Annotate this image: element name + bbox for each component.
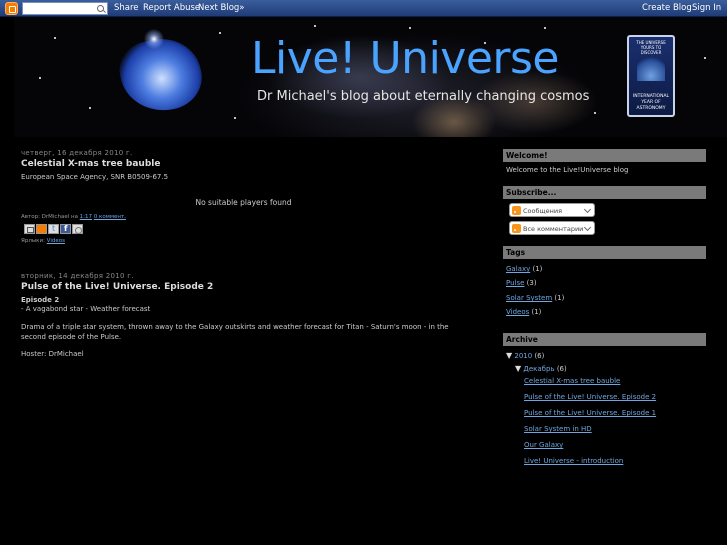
- subscribe-comments-label: Все комментарии: [523, 225, 584, 233]
- welcome-widget-title: Welcome!: [503, 149, 706, 162]
- facebook-icon[interactable]: [60, 224, 71, 234]
- tag-count: (3): [526, 279, 537, 287]
- tag-count: (1): [531, 308, 542, 316]
- archive-year-link[interactable]: 2010: [514, 352, 532, 360]
- post-title[interactable]: Celestial X-mas tree bauble: [21, 159, 160, 169]
- archive-year-row: ▼ 2010 (6): [506, 351, 544, 360]
- post-body: European Space Agency, SNR B0509-67.5: [21, 173, 169, 181]
- post-description: Drama of a triple star system, thrown aw…: [21, 323, 449, 341]
- labels-prefix: Ярлыки:: [21, 238, 45, 244]
- tag-link[interactable]: Videos: [506, 308, 529, 316]
- archive-widget-title: Archive: [503, 333, 706, 346]
- subscribe-posts-dropdown[interactable]: Сообщения: [509, 203, 595, 217]
- archive-post-item: Pulse of the Live! Universe. Episode 1: [524, 409, 656, 417]
- archive-post-item: Our Galaxy: [524, 441, 563, 449]
- archive-month-link[interactable]: Декабрь: [523, 365, 554, 373]
- archive-post-link[interactable]: Our Galaxy: [524, 441, 563, 449]
- post-title[interactable]: Pulse of the Live! Universe. Episode 2: [21, 282, 213, 292]
- star-icon: [142, 27, 166, 51]
- subscribe-widget-title: Subscribe...: [503, 186, 706, 199]
- post-time-link[interactable]: 1:17: [80, 214, 92, 220]
- create-blog-link[interactable]: Create Blog: [642, 3, 692, 13]
- tag-item: Pulse (3): [506, 279, 537, 287]
- tag-item: Galaxy (1): [506, 265, 542, 273]
- tag-count: (1): [554, 294, 565, 302]
- email-icon[interactable]: [24, 224, 35, 234]
- expand-triangle-icon[interactable]: ▼: [515, 364, 521, 373]
- post-author: Автор: DrMichael на: [21, 214, 78, 220]
- blogthis-icon[interactable]: [36, 224, 47, 234]
- people-figure-icon: [637, 55, 665, 81]
- post-labels: Ярлыки: Videos: [21, 238, 65, 244]
- tag-link[interactable]: Pulse: [506, 279, 524, 287]
- buzz-icon[interactable]: [72, 224, 83, 234]
- astronomy-year-logo: THE UNIVERSE YOURS TO DISCOVER INTERNATI…: [627, 35, 675, 117]
- tag-item: Videos (1): [506, 308, 541, 316]
- label-link-videos[interactable]: Videos: [47, 238, 65, 244]
- post-body: - A vagabond star - Weather forecast: [21, 305, 151, 313]
- blogger-navbar: Share Report Abuse Next Blog» Create Blo…: [0, 0, 727, 17]
- chevron-down-icon: [583, 205, 592, 214]
- welcome-text: Welcome to the Live!Universe blog: [506, 166, 629, 174]
- tags-widget-title: Tags: [503, 246, 706, 259]
- twitter-icon[interactable]: [48, 224, 59, 234]
- tag-link[interactable]: Solar System: [506, 294, 552, 302]
- archive-month-row: ▼ Декабрь (6): [515, 364, 567, 373]
- archive-post-link[interactable]: Live! Universe - introduction: [524, 457, 623, 465]
- report-abuse-link[interactable]: Report Abuse: [143, 3, 200, 13]
- tag-link[interactable]: Galaxy: [506, 265, 530, 273]
- archive-post-item: Celestial X-mas tree bauble: [524, 377, 620, 385]
- archive-post-link[interactable]: Pulse of the Live! Universe. Episode 1: [524, 409, 656, 417]
- archive-post-link[interactable]: Pulse of the Live! Universe. Episode 2: [524, 393, 656, 401]
- archive-month-count: (6): [556, 365, 567, 373]
- share-buttons: [24, 224, 83, 234]
- rss-icon: [512, 224, 521, 233]
- post-date: вторник, 14 декабря 2010 г.: [21, 272, 134, 280]
- next-blog-link[interactable]: Next Blog»: [198, 3, 245, 13]
- archive-post-link[interactable]: Celestial X-mas tree bauble: [524, 377, 620, 385]
- rss-icon: [512, 206, 521, 215]
- subscribe-posts-label: Сообщения: [523, 207, 563, 215]
- archive-post-item: Pulse of the Live! Universe. Episode 2: [524, 393, 656, 401]
- subscribe-comments-dropdown[interactable]: Все комментарии: [509, 221, 595, 235]
- sign-in-link[interactable]: Sign In: [692, 3, 721, 13]
- archive-post-link[interactable]: Solar System in HD: [524, 425, 592, 433]
- blog-title[interactable]: Live! Universe: [251, 33, 559, 84]
- blogger-logo-icon[interactable]: [5, 2, 18, 15]
- tag-item: Solar System (1): [506, 294, 564, 302]
- share-link[interactable]: Share: [114, 3, 139, 13]
- archive-year-count: (6): [534, 352, 545, 360]
- logo-top-text: THE UNIVERSE YOURS TO DISCOVER: [636, 40, 666, 55]
- blog-header-banner[interactable]: Live! Universe Dr Michael's blog about e…: [14, 17, 727, 137]
- navbar-search: [22, 2, 108, 15]
- archive-post-item: Solar System in HD: [524, 425, 592, 433]
- post-date: четверг, 16 декабря 2010 г.: [21, 149, 133, 157]
- post-comments-link[interactable]: 0 коммент.: [94, 214, 126, 220]
- logo-bottom-text: INTERNATIONAL YEAR OF ASTRONOMY: [632, 94, 670, 111]
- post-host: Hoster: DrMichael: [21, 350, 84, 358]
- post-footer: Автор: DrMichael на 1:17 0 коммент.: [21, 214, 126, 220]
- video-player-message: No suitable players found: [195, 198, 292, 207]
- blog-description: Dr Michael's blog about eternally changi…: [257, 89, 590, 104]
- search-input[interactable]: [23, 3, 95, 14]
- tag-count: (1): [532, 265, 543, 273]
- expand-triangle-icon[interactable]: ▼: [506, 351, 512, 360]
- archive-post-item: Live! Universe - introduction: [524, 457, 623, 465]
- chevron-down-icon: [583, 223, 592, 232]
- search-icon[interactable]: [97, 5, 104, 12]
